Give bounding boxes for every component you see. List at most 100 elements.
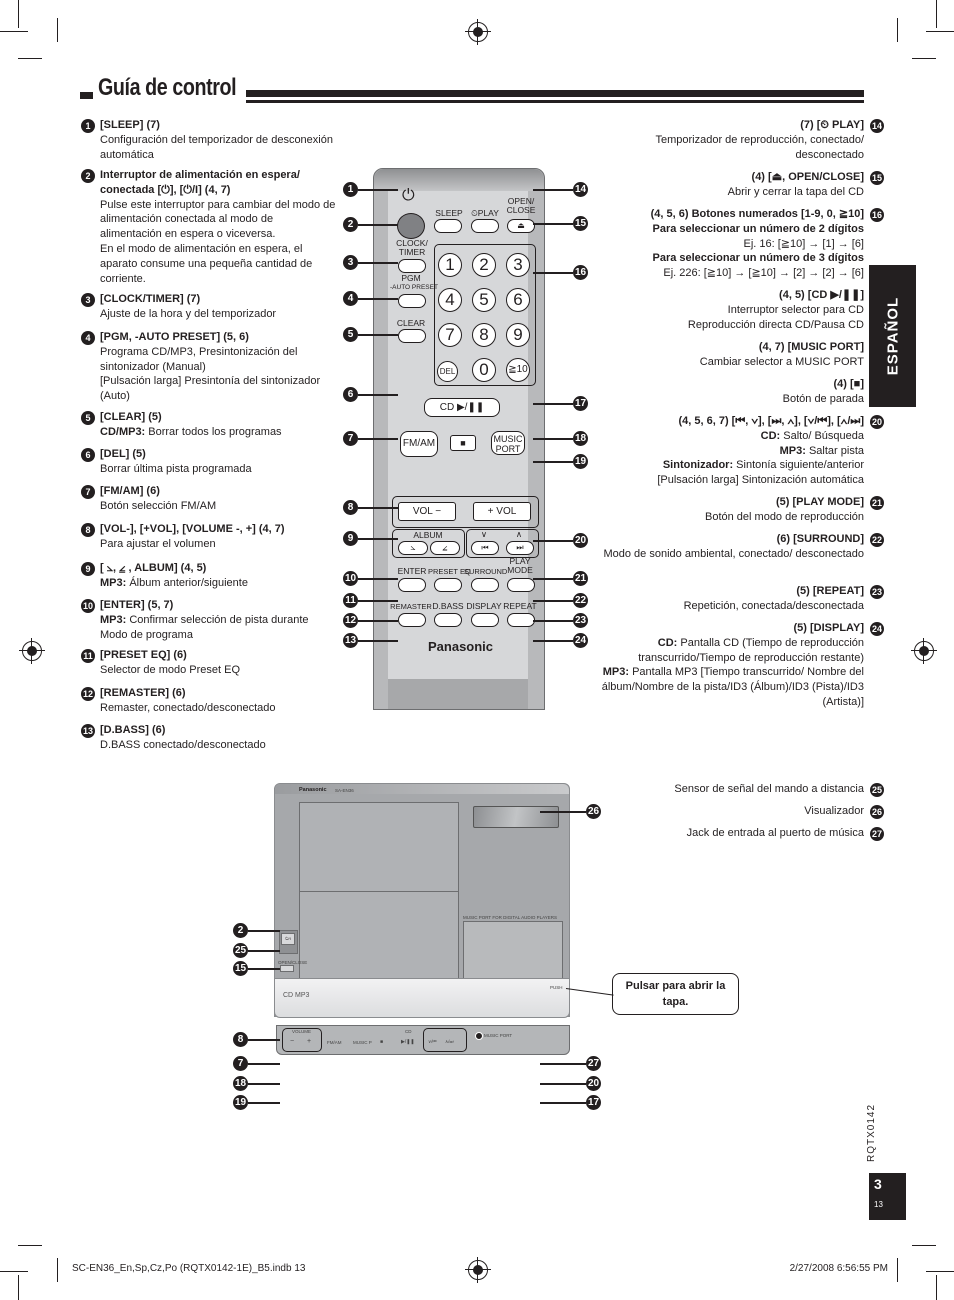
description-item: 21 (5) [PLAY MODE] Botón del modo de repro… — [594, 495, 884, 525]
vol-down-button[interactable]: VOL − — [398, 502, 456, 521]
enter-button[interactable] — [398, 578, 426, 592]
play-mode-button[interactable] — [507, 578, 535, 592]
number-key-button[interactable]: 0 — [472, 358, 496, 382]
music-port-jack[interactable] — [475, 1032, 483, 1040]
strip-skip-down-button[interactable]: ∨/⏮ — [428, 1039, 437, 1045]
description-heading: [DEL] (5) — [100, 448, 146, 460]
item-number-badge: 10 — [81, 599, 95, 613]
cd-play-pause-button[interactable]: CD ▶/❚❚ — [424, 398, 500, 417]
play-timer-button[interactable] — [471, 219, 499, 233]
description-item: 6 [DEL] (5) Borrar última pista programada — [81, 447, 336, 477]
power-button[interactable] — [397, 213, 425, 239]
description-heading: [VOL-], [+VOL], [VOLUME -, +] (4, 7) — [100, 523, 285, 535]
registration-mark-icon — [911, 638, 937, 664]
item-number-badge: 25 — [870, 783, 884, 797]
description-line: CD: Pantalla CD (Tiempo de reproducción … — [638, 636, 864, 664]
fm-am-button[interactable]: FM/AM — [400, 431, 438, 457]
item-number-badge: 2 — [81, 169, 95, 183]
crop-mark — [0, 1271, 28, 1272]
vol-up-button[interactable]: + VOL — [473, 502, 531, 521]
display-label: DISPLAY — [466, 601, 502, 611]
crop-mark — [57, 18, 58, 42]
cd-door-front[interactable]: CD MP3 PUSH — [274, 978, 570, 1018]
strip-fm-am-button[interactable]: FM/AM — [327, 1040, 342, 1045]
stop-button[interactable]: ■ — [450, 435, 476, 451]
strip-volume-minus-button[interactable]: − — [290, 1038, 294, 1045]
callout-leader-line — [533, 600, 573, 602]
description-item: 9 [ ⦣, ⦤ , ALBUM] (4, 5) MP3: Álbum anteri… — [81, 561, 336, 591]
number-key-button[interactable]: 2 — [472, 253, 496, 277]
number-key-button[interactable]: 8 — [472, 323, 496, 347]
callout-leader-line — [540, 811, 586, 813]
callout-leader-line — [358, 620, 398, 622]
pgm-label: PGM — [401, 273, 421, 283]
description-line: Botón del modo de reproducción — [705, 510, 864, 523]
number-key-button[interactable]: ≧10 — [506, 358, 530, 382]
pgm-button[interactable] — [398, 294, 426, 308]
number-key-button[interactable]: 5 — [472, 288, 496, 312]
sleep-button[interactable] — [434, 219, 462, 233]
description-item: 22 (6) [SURROUND] Modo de sonido ambiental… — [594, 532, 884, 562]
callout-leader-line — [533, 461, 573, 463]
number-key-button[interactable]: 3 — [506, 253, 530, 277]
remaster-button[interactable] — [398, 613, 426, 627]
description-item: 17(4, 5) [CD ▶/❚❚]Interruptor selector p… — [594, 288, 884, 332]
strip-stop-button[interactable]: ■ — [380, 1039, 383, 1045]
skip-next-button[interactable]: ⏭ — [506, 541, 534, 555]
strip-music-port-label: MUSIC PORT — [484, 1033, 513, 1038]
album-next-button[interactable]: ⦤ — [430, 541, 460, 555]
eject-button[interactable]: ⏏ — [507, 219, 535, 233]
description-line: Para seleccionar un número de 3 dígitos — [652, 252, 864, 265]
repeat-button[interactable] — [507, 613, 535, 627]
album-prev-button[interactable]: ⦣ — [398, 541, 428, 555]
crop-mark — [936, 0, 937, 28]
number-key-button[interactable]: 9 — [506, 323, 530, 347]
remote-brand-logo: Panasonic — [428, 639, 494, 654]
open-close-button[interactable] — [280, 965, 294, 972]
item-number-badge: 16 — [870, 208, 884, 222]
callout-leader-line — [540, 1083, 586, 1085]
skip-prev-button[interactable]: ⏮ — [471, 541, 499, 555]
play-timer-label: ⏲PLAY — [471, 208, 499, 218]
display-window — [473, 806, 559, 828]
bold-prefix: CD/MP3: — [100, 425, 149, 438]
callout-leader-line — [533, 540, 573, 542]
preset-eq-button[interactable] — [434, 578, 462, 592]
item-number-badge: 4 — [81, 331, 95, 345]
callout-number: 20 — [586, 1076, 601, 1091]
description-line: En el modo de alimentación en espera, el… — [100, 242, 313, 285]
number-key-button[interactable]: 4 — [438, 288, 462, 312]
clear-button[interactable] — [398, 329, 426, 343]
footer-file-info: SC-EN36_En,Sp,Cz,Po (RQTX0142-1E)_B5.ind… — [72, 1263, 306, 1274]
description-item: 12 [REMASTER] (6) Remaster, conectado/desc… — [81, 686, 336, 716]
callout-number: 26 — [586, 804, 601, 819]
dbass-button[interactable] — [434, 613, 462, 627]
clock-timer-button[interactable] — [398, 259, 426, 273]
number-key-button[interactable]: 6 — [506, 288, 530, 312]
crop-mark — [912, 58, 936, 59]
strip-music-port-button[interactable]: MUSIC P — [353, 1040, 372, 1045]
strip-skip-up-button[interactable]: ∧/⏭ — [445, 1039, 454, 1045]
callout-number: 18 — [573, 431, 588, 446]
callout-number: 21 — [573, 571, 588, 586]
registration-mark-icon — [465, 1257, 491, 1283]
number-key-button[interactable]: 1 — [438, 253, 462, 277]
description-line: Sensor de señal del mando a distancia — [674, 783, 864, 795]
standby-button[interactable]: ⏻/I — [281, 933, 295, 945]
crop-mark — [57, 1258, 58, 1282]
description-heading: (4, 5) [CD ▶/❚❚] — [779, 289, 864, 301]
strip-cd-play-pause-button[interactable]: ▶/❚❚ — [401, 1039, 415, 1045]
number-key-button[interactable]: 7 — [438, 323, 462, 347]
crop-mark — [912, 1245, 936, 1246]
description-item: 3 [CLOCK/TIMER] (7) Ajuste de la hora y de… — [81, 292, 336, 322]
description-item: 15 (4) [⏏, OPEN/CLOSE] Abrir y cerrar la t… — [594, 170, 884, 200]
callout-leader-line — [533, 223, 573, 225]
display-button[interactable] — [471, 613, 499, 627]
description-line: Ej. 226: [≧10] → [≧10] → [2] → [2] → [6] — [663, 267, 864, 280]
music-port-button[interactable]: MUSIC PORT — [491, 431, 525, 455]
description-heading: (5) [DISPLAY] — [793, 622, 865, 634]
surround-button[interactable] — [471, 578, 499, 592]
repeat-label: REPEAT — [503, 601, 537, 611]
strip-volume-plus-button[interactable]: + — [307, 1038, 311, 1045]
description-line: Abrir y cerrar la tapa del CD — [727, 185, 864, 198]
